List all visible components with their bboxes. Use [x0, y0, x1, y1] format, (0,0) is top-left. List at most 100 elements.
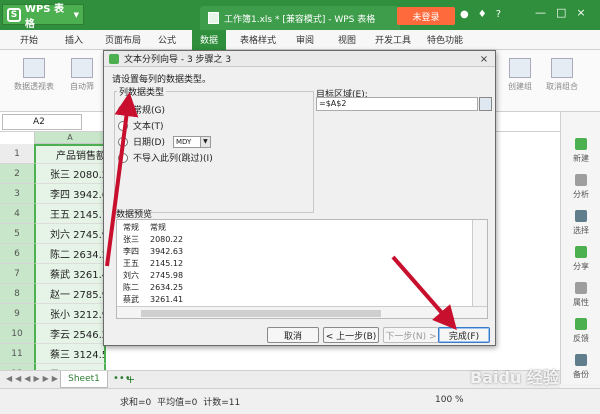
radio-general[interactable]: 常规(G)	[118, 103, 165, 116]
menu-item-4[interactable]: 数据	[192, 30, 227, 50]
data-cell[interactable]: 张三 2080.22	[34, 164, 106, 184]
side-panel-label: 选择	[573, 226, 589, 235]
radio-skip-icon[interactable]	[118, 152, 128, 163]
preview-cell: 2145.12	[150, 259, 184, 268]
row-header[interactable]: 7	[0, 264, 34, 284]
data-cell[interactable]: 李云 2546.2	[34, 324, 106, 344]
menu-item-6[interactable]: 审阅	[296, 33, 314, 46]
row-header[interactable]: 10	[0, 324, 34, 344]
data-cell[interactable]: 刘六 2745.98	[34, 224, 106, 244]
side-panel-icon	[575, 318, 587, 330]
document-title: 工作簿1.xls * [兼容模式] - WPS 表格	[224, 14, 376, 25]
skin-icon[interactable]: ●	[460, 9, 469, 20]
radio-date[interactable]: 日期(D) MDY ▼	[118, 135, 211, 148]
row-header[interactable]: 4	[0, 204, 34, 224]
filter-icon	[71, 58, 93, 78]
sheet-nav-icon[interactable]: ◀◀◀▶▶▶	[6, 374, 61, 383]
help-icon[interactable]: ?	[496, 9, 501, 20]
preview-vertical-scrollbar[interactable]	[472, 220, 487, 306]
side-panel-item-6[interactable]: 备份	[561, 354, 600, 380]
wps-menu-button[interactable]: S WPS 表格 ▼	[2, 4, 84, 30]
document-tab[interactable]: 工作簿1.xls * [兼容模式] - WPS 表格	[200, 6, 400, 30]
row-header[interactable]: 5	[0, 224, 34, 244]
zoom-level[interactable]: 100 %	[435, 395, 464, 405]
sheet-tab[interactable]: Sheet1	[60, 371, 108, 388]
side-panel-label: 反馈	[573, 334, 589, 343]
login-button[interactable]: 未登录	[397, 7, 455, 25]
data-cell[interactable]: 王五 2145.12	[34, 204, 106, 224]
radio-date-icon[interactable]	[118, 136, 128, 147]
menu-item-8[interactable]: 开发工具	[375, 33, 411, 46]
autofilter-label: 自动筛	[70, 82, 94, 91]
chevron-down-icon: ▼	[73, 10, 79, 19]
menu-item-5[interactable]: 表格样式	[240, 33, 276, 46]
range-picker-icon[interactable]	[479, 97, 492, 111]
data-cell[interactable]: 李四 3942.63	[34, 184, 106, 204]
target-area-input[interactable]: =$A$2	[316, 97, 478, 111]
preview-cell: 陈二	[123, 283, 139, 292]
radio-text-icon[interactable]	[118, 120, 128, 131]
data-cell[interactable]: 赵一 2785.91	[34, 284, 106, 304]
side-panel-item-0[interactable]: 新建	[561, 138, 600, 164]
radio-general-icon[interactable]	[118, 104, 128, 115]
data-cell[interactable]: 蔡武 3261.41	[34, 264, 106, 284]
name-box[interactable]: A2	[2, 114, 82, 130]
autofilter-button[interactable]: 自动筛	[70, 58, 94, 92]
cancel-button[interactable]: 取消	[267, 327, 319, 343]
radio-general-label: 常规(G)	[133, 106, 165, 116]
row-header[interactable]: 8	[0, 284, 34, 304]
maximize-icon[interactable]: □	[556, 6, 566, 19]
date-format-select[interactable]: MDY	[172, 135, 201, 148]
watermark: Baidu 经验	[470, 368, 559, 387]
header-cell[interactable]: 产品销售额	[34, 144, 106, 164]
finish-button[interactable]: 完成(F)	[438, 327, 490, 343]
side-panel-label: 分享	[573, 262, 589, 271]
menu-item-9[interactable]: 特色功能	[427, 33, 463, 46]
preview-cell: 3942.63	[150, 247, 184, 256]
data-cell[interactable]: 张小 3212.9	[34, 304, 106, 324]
menu-item-1[interactable]: 插入	[65, 33, 83, 46]
chevron-down-icon[interactable]: ▼	[200, 135, 211, 148]
row-header[interactable]: 3	[0, 184, 34, 204]
menu-item-0[interactable]: 开始	[20, 33, 38, 46]
row-header[interactable]: 11	[0, 344, 34, 364]
row-header[interactable]: 6	[0, 244, 34, 264]
ungroup-button[interactable]: 取消组合	[546, 58, 578, 92]
pivot-table-button[interactable]: 数据透视表	[14, 58, 54, 92]
row-header[interactable]: 2	[0, 164, 34, 184]
close-window-icon[interactable]: ×	[576, 6, 585, 19]
side-panel-item-4[interactable]: 属性	[561, 282, 600, 308]
text-to-columns-dialog: 文本分列向导 - 3 步骤之 3 × 请设置每列的数据类型。 列数据类型 常规(…	[103, 50, 496, 346]
create-group-button[interactable]: 创建组	[508, 58, 532, 92]
data-cell[interactable]: 陈二 2634.25	[34, 244, 106, 264]
data-cell[interactable]: 蔡三 3124.5	[34, 344, 106, 364]
side-panel-icon	[575, 174, 587, 186]
side-panel-item-2[interactable]: 选择	[561, 210, 600, 236]
radio-text[interactable]: 文本(T)	[118, 119, 164, 132]
side-panel-item-5[interactable]: 反馈	[561, 318, 600, 344]
add-sheet-button[interactable]: +	[126, 373, 135, 386]
group-icon	[509, 58, 531, 78]
previous-step-button[interactable]: < 上一步(B)	[323, 327, 379, 343]
row-header[interactable]: 9	[0, 304, 34, 324]
next-step-button[interactable]: 下一步(N) >	[383, 327, 439, 343]
preview-scroll-thumb[interactable]	[141, 310, 381, 317]
preview-cell: 刘六	[123, 271, 139, 280]
title-bar: S WPS 表格 ▼ 工作簿1.xls * [兼容模式] - WPS 表格 未登…	[0, 0, 600, 30]
share-icon[interactable]: ♦	[478, 9, 487, 20]
dialog-title: 文本分列向导 - 3 步骤之 3	[124, 55, 232, 65]
preview-cell: 蔡武	[123, 295, 139, 304]
menu-item-2[interactable]: 页面布局	[105, 33, 141, 46]
dialog-close-icon[interactable]: ×	[477, 53, 491, 65]
side-panel-label: 新建	[573, 154, 589, 163]
column-header-a[interactable]: A	[34, 132, 106, 144]
menu-item-3[interactable]: 公式	[158, 33, 176, 46]
row-header[interactable]: 1	[0, 144, 34, 164]
side-panel-item-3[interactable]: 分享	[561, 246, 600, 272]
preview-horizontal-scrollbar[interactable]	[117, 306, 487, 318]
minimize-icon[interactable]: —	[535, 6, 546, 19]
radio-text-label: 文本(T)	[133, 122, 164, 132]
side-panel-item-1[interactable]: 分析	[561, 174, 600, 200]
menu-item-7[interactable]: 视图	[338, 33, 356, 46]
radio-skip[interactable]: 不导入此列(跳过)(I)	[118, 151, 213, 164]
